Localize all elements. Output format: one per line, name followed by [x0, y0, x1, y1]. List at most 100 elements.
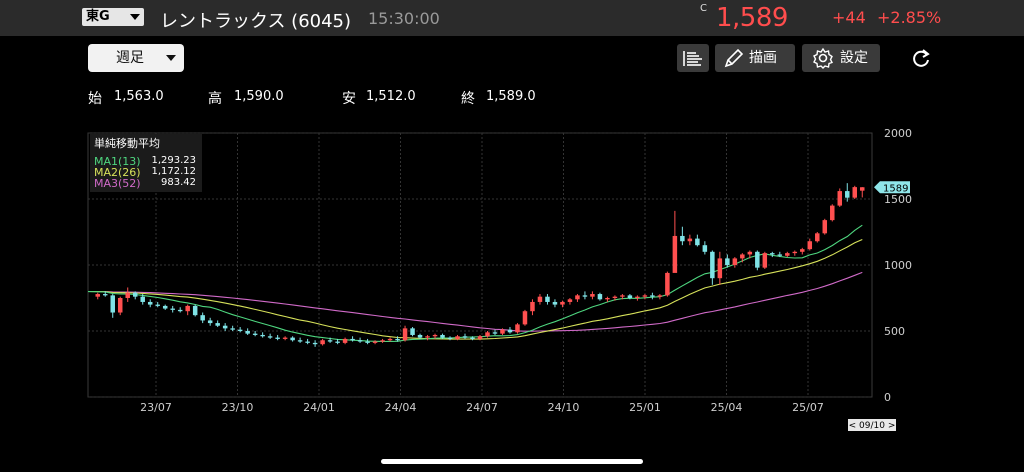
candle-body [402, 328, 408, 341]
candle-body [642, 295, 648, 297]
x-tick-label: 23/07 [140, 401, 172, 414]
candle-body [155, 304, 160, 306]
stock-name: レントラックス (6045) [160, 11, 352, 32]
candle-body [612, 296, 618, 298]
list-button[interactable] [677, 44, 709, 72]
candle-body [470, 337, 475, 339]
x-tick-label: 24/10 [548, 401, 580, 414]
candle-body [485, 332, 490, 337]
candle-body [620, 295, 625, 297]
candle-body [357, 340, 363, 342]
candle-body [785, 253, 790, 256]
candle-body [290, 337, 295, 341]
dropdown-arrow-icon [166, 55, 176, 61]
candle-body [125, 292, 130, 298]
candle-body [545, 296, 550, 302]
close-flag: C [700, 3, 707, 14]
candle-body [702, 245, 708, 252]
candle-body [335, 341, 340, 343]
candle-body [507, 329, 513, 333]
candle-body [815, 233, 820, 242]
candle-body [530, 301, 535, 312]
candle-body [425, 336, 430, 338]
candle-body [792, 251, 798, 254]
candle-body [252, 333, 258, 335]
candle-body [605, 298, 610, 300]
gear-icon [813, 47, 833, 69]
x-tick-label: 25/04 [711, 401, 743, 414]
candle-body [350, 338, 355, 341]
candle-body [575, 295, 580, 300]
close-value: 1,589.0 [486, 89, 536, 104]
candle-body [552, 301, 558, 305]
stock-time: 15:30:00 [368, 9, 440, 28]
low-label: 安 [342, 91, 356, 107]
candle-body [522, 311, 528, 325]
candle-body [387, 338, 393, 341]
y-tick-label: 1000 [884, 259, 912, 272]
candle-body [672, 235, 678, 273]
candle-body [635, 296, 640, 298]
candle-body [755, 251, 760, 268]
candle-body [410, 328, 415, 335]
y-tick-label: 2000 [884, 127, 912, 140]
market-dropdown[interactable]: 東G [82, 8, 144, 26]
candle-body [740, 254, 745, 259]
candle-body [102, 294, 108, 296]
candle-body [807, 241, 813, 250]
refresh-button[interactable] [908, 46, 934, 72]
candle-body [462, 336, 468, 338]
candle-body [177, 309, 183, 312]
candle-body [687, 238, 693, 242]
candle-body [215, 323, 220, 326]
candle-body [372, 341, 378, 343]
candle-body [140, 296, 145, 302]
candle-body [747, 251, 753, 255]
candle-body [432, 334, 438, 337]
candle-body [147, 301, 153, 305]
ma1-line [87, 224, 863, 343]
draw-button[interactable]: 描画 [715, 44, 795, 72]
y-tick-label: 500 [884, 325, 905, 338]
ma3-value: 983.42 [161, 177, 196, 188]
candle-body [852, 187, 858, 198]
candle-body [477, 336, 483, 339]
candle-body [245, 331, 250, 334]
period-dropdown[interactable]: 週足 [88, 44, 184, 72]
candle-body [732, 258, 738, 265]
candle-body [657, 295, 663, 297]
candle-body [665, 272, 670, 296]
pencil-icon [724, 48, 744, 68]
home-indicator[interactable] [381, 459, 643, 464]
candle-body [380, 340, 385, 342]
high-label: 高 [208, 91, 222, 107]
y-tick-label: 0 [884, 391, 891, 404]
candle-body [170, 308, 175, 310]
date-label: < 09/10 > [849, 421, 896, 431]
candle-body [327, 340, 333, 342]
header-bar [0, 0, 1024, 36]
candle-body [845, 191, 850, 198]
x-tick-label: 24/01 [303, 401, 335, 414]
candle-body [717, 258, 723, 279]
current-price: 1,589 [716, 3, 788, 33]
ma3-line [88, 271, 863, 332]
candle-body [455, 336, 460, 339]
candle-body [695, 238, 700, 246]
settings-label: 設定 [840, 50, 868, 66]
candle-body [222, 325, 228, 329]
candle-body [560, 301, 565, 305]
close-label: 終 [461, 91, 475, 107]
candle-body [342, 338, 348, 343]
settings-button[interactable]: 設定 [802, 44, 880, 72]
candle-body [260, 334, 265, 337]
candle-body [710, 251, 715, 279]
dropdown-arrow-icon [130, 14, 140, 20]
candle-body [200, 315, 205, 321]
price-change-percent: +2.85% [877, 8, 942, 27]
candle-body [762, 253, 768, 268]
candle-body [590, 294, 595, 297]
x-tick-label: 25/07 [792, 401, 824, 414]
period-label: 週足 [116, 50, 144, 66]
candle-body [275, 337, 280, 339]
